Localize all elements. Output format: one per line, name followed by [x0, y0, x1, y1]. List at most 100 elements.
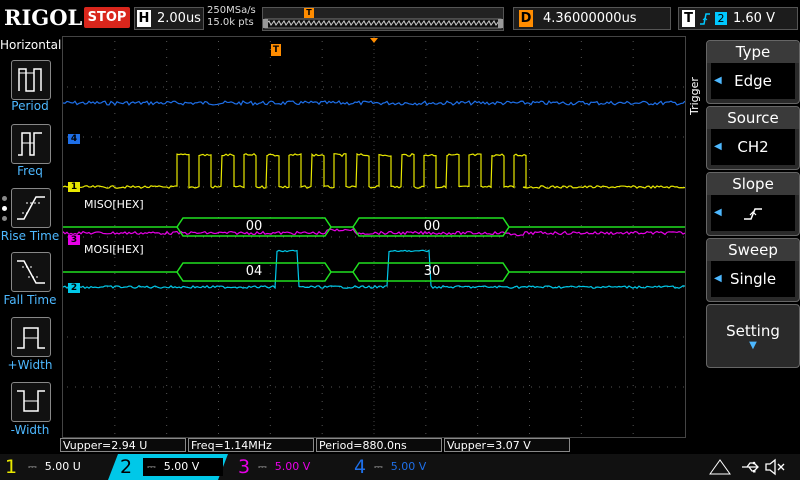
mosi-byte-0: 04 [245, 264, 263, 279]
trigger-level: 1.60 V [733, 11, 775, 26]
trigger-menu-panel: Trigger Type ◀ Edge Source ◀ CH2 Slope ◀ S… [686, 36, 800, 438]
horizontal-center-marker [370, 38, 378, 43]
page-dot [2, 216, 7, 221]
notification-icon[interactable] [706, 458, 734, 476]
positive-width-icon [17, 327, 45, 349]
page-dot-active [2, 206, 7, 211]
miso-bus-label: MISO[HEX] [84, 198, 144, 211]
negative-width-label: -Width [10, 423, 50, 437]
mosi-bus-label: MOSI[HEX] [84, 243, 144, 256]
rise-time-button[interactable] [11, 188, 51, 228]
selector-arrow-icon: ◀ [714, 141, 722, 152]
period-label: Period [11, 99, 49, 113]
ch4-scale-value: 5.00 V [390, 460, 427, 473]
freq-icon [18, 132, 42, 156]
positive-width-label: +Width [7, 358, 53, 372]
ch2-scale[interactable]: ⎓ 5.00 V [143, 458, 223, 476]
delay-value: 4.36000000us [543, 11, 637, 26]
channel-status-bar: 1 ⎓ 5.00 U 2 ⎓ 5.00 V 3 ⎓ 5.00 V 4 ⎓ 5.00 V [0, 454, 800, 480]
trigger-type-button[interactable]: Type ◀ Edge [706, 40, 800, 104]
fall-time-label: Fall Time [3, 293, 57, 307]
ch3-marker[interactable]: 3 [68, 235, 80, 245]
trigger-menu-title: Trigger [688, 77, 701, 115]
negative-width-button[interactable] [11, 382, 51, 422]
memory-waveform-icon [263, 18, 503, 29]
measurement-vupper-ch1[interactable]: Vupper=2.94 U [60, 438, 186, 452]
trigger-channel: 2 [715, 12, 727, 25]
ch3-label[interactable]: 3 [238, 454, 250, 480]
trigger-setting-button[interactable]: Setting ▼ [706, 304, 800, 368]
mosi-byte-1: 30 [423, 264, 441, 279]
ch4-marker[interactable]: 4 [68, 134, 80, 144]
ch2-scale-value: 5.00 V [163, 460, 200, 473]
expand-down-icon: ▼ [749, 340, 757, 351]
trigger-source-value: CH2 [737, 138, 769, 156]
ch4-label[interactable]: 4 [354, 454, 366, 480]
trigger-source-title: Source [707, 107, 799, 129]
trigger-slope-button[interactable]: Slope ◀ [706, 172, 800, 236]
ch1-scale[interactable]: ⎓ 5.00 U [28, 458, 108, 476]
ch1-label[interactable]: 1 [5, 454, 17, 480]
measurement-period[interactable]: Period=880.0ns [316, 438, 442, 452]
panel-title: Horizontal [0, 38, 62, 52]
period-icon [18, 68, 42, 92]
negative-width-icon [17, 390, 45, 412]
trigger-sweep-button[interactable]: Sweep ◀ Single [706, 238, 800, 302]
trigger-position-marker[interactable]: T [271, 44, 281, 56]
freq-label: Freq [17, 164, 43, 178]
grid-lines [67, 41, 684, 434]
trigger-status[interactable]: T 2 1.60 V [678, 7, 798, 30]
memory-overview[interactable]: T [262, 7, 504, 31]
measurement-bar: Vupper=2.94 U Freq=1.14MHz Period=880.0n… [60, 438, 800, 454]
memory-depth: 15.0k pts [207, 17, 254, 28]
trigger-setting-label: Setting [726, 322, 780, 340]
ch2-marker[interactable]: 2 [68, 283, 80, 293]
trigger-type-value: Edge [734, 72, 772, 90]
page-dot [2, 196, 7, 201]
memory-trigger-marker: T [304, 8, 314, 18]
selector-arrow-icon: ◀ [714, 273, 722, 284]
timebase-value: 2.00us [157, 11, 201, 26]
trigger-sweep-title: Sweep [707, 239, 799, 261]
ch1-marker[interactable]: 1 [68, 182, 80, 192]
sample-info: 250MSa/s 15.0k pts [207, 5, 256, 29]
run-stop-status[interactable]: STOP [84, 7, 130, 28]
ch3-scale-value: 5.00 V [274, 460, 311, 473]
fall-time-button[interactable] [11, 252, 51, 292]
waveform-canvas [63, 37, 685, 437]
trigger-key: T [682, 10, 695, 27]
trigger-sweep-value: Single [729, 270, 777, 288]
top-status-bar: RIGOL STOP H 2.00us 250MSa/s 15.0k pts T … [0, 0, 800, 36]
speaker-muted-icon[interactable] [764, 458, 786, 476]
dc-coupling-icon: ⎓ [147, 460, 156, 473]
freq-button[interactable] [11, 124, 51, 164]
usb-icon [740, 459, 762, 475]
dc-coupling-icon: ⎓ [28, 460, 37, 473]
rising-edge-icon [700, 12, 710, 25]
delay-key: D [519, 10, 533, 27]
positive-width-button[interactable] [11, 317, 51, 357]
fall-time-icon [17, 260, 45, 284]
period-button[interactable] [11, 60, 51, 100]
horizontal-measure-panel: Horizontal Period Freq Rise Time Fall Ti… [0, 36, 62, 438]
horizontal-delay[interactable]: D 4.36000000us [513, 7, 671, 30]
ch1-scale-value: 5.00 U [44, 460, 81, 473]
dc-coupling-icon: ⎓ [374, 460, 383, 473]
measurement-freq[interactable]: Freq=1.14MHz [188, 438, 314, 452]
waveform-display[interactable] [62, 36, 686, 438]
ch3-scale[interactable]: ⎓ 5.00 V [258, 458, 338, 476]
measurement-vupper-ch2[interactable]: Vupper=3.07 V [444, 438, 570, 452]
ch1-trace [63, 153, 685, 190]
rise-time-icon [17, 196, 45, 220]
horizontal-timebase[interactable]: H 2.00us [134, 7, 204, 30]
selector-arrow-icon: ◀ [714, 207, 722, 218]
trigger-slope-title: Slope [707, 173, 799, 195]
sample-rate: 250MSa/s [207, 5, 256, 16]
dc-coupling-icon: ⎓ [258, 460, 267, 473]
rising-slope-icon [744, 207, 762, 220]
ch2-label[interactable]: 2 [120, 454, 132, 480]
rise-time-label: Rise Time [0, 229, 60, 243]
trigger-source-button[interactable]: Source ◀ CH2 [706, 106, 800, 170]
miso-byte-0: 00 [245, 219, 263, 234]
ch4-scale[interactable]: ⎓ 5.00 V [374, 458, 454, 476]
